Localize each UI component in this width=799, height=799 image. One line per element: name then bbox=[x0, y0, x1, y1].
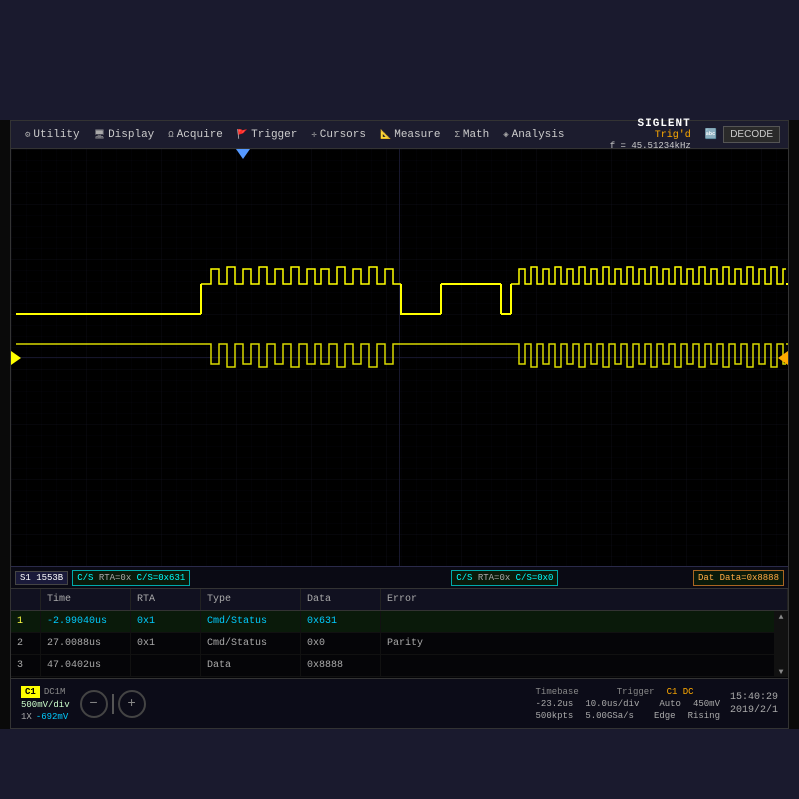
table-row[interactable]: 1 -2.99040us 0x1 Cmd/Status 0x631 bbox=[11, 611, 788, 633]
td-num-2: 2 bbox=[11, 633, 41, 654]
decode-button[interactable]: DECODE bbox=[723, 126, 780, 143]
menu-math[interactable]: Σ Math bbox=[448, 127, 495, 143]
utility-icon: ⚙ bbox=[25, 130, 30, 140]
ch1-probe: 1X bbox=[21, 712, 32, 722]
table-row[interactable]: 3 47.0402us Data 0x8888 bbox=[11, 655, 788, 677]
knob-minus[interactable]: − bbox=[80, 690, 108, 718]
th-rta: RTA bbox=[131, 589, 201, 610]
ch1-indicator bbox=[11, 351, 21, 365]
table-header: Time RTA Type Data Error bbox=[11, 589, 788, 611]
trigger-direction: Rising bbox=[688, 711, 720, 721]
table-body: 1 -2.99040us 0x1 Cmd/Status 0x631 2 27.0… bbox=[11, 611, 788, 677]
td-time-3: 47.0402us bbox=[41, 655, 131, 676]
data-table-area: Time RTA Type Data Error 1 -2.99040us 0x… bbox=[11, 588, 788, 678]
trigger-icon: 🚩 bbox=[237, 130, 248, 140]
knob-plus[interactable]: + bbox=[118, 690, 146, 718]
table-row[interactable]: 2 27.0088us 0x1 Cmd/Status 0x0 Parity bbox=[11, 633, 788, 655]
td-time-2: 27.0088us bbox=[41, 633, 131, 654]
cursors-icon: ✛ bbox=[311, 130, 316, 140]
datetime-display: 15:40:29 2019/2/1 bbox=[730, 692, 778, 716]
menu-display[interactable]: 🖥 Display bbox=[88, 127, 161, 143]
brand-status: Trig'd bbox=[655, 130, 691, 141]
timebase-scale: 10.0us/div bbox=[585, 699, 639, 709]
th-error: Error bbox=[381, 589, 788, 610]
trigger-level: 450mV bbox=[693, 699, 720, 709]
ch1-scale: 500mV/div bbox=[21, 700, 70, 710]
scope-container: ⚙ Utility 🖥 Display Ω Acquire 🚩 Trigger … bbox=[10, 120, 789, 729]
td-rta-1: 0x1 bbox=[131, 611, 201, 632]
td-data-2: 0x0 bbox=[301, 633, 381, 654]
td-num-3: 3 bbox=[11, 655, 41, 676]
scroll-down-arrow[interactable]: ▼ bbox=[779, 668, 784, 677]
decode-segment-2: C/S RTA=0x C/S=0x0 bbox=[451, 570, 558, 586]
trigger-label: Trigger bbox=[617, 687, 655, 697]
td-rta-2: 0x1 bbox=[131, 633, 201, 654]
math-icon: Σ bbox=[454, 130, 459, 140]
td-type-2: Cmd/Status bbox=[201, 633, 301, 654]
decode-segment-1: C/S RTA=0x C/S=0x631 bbox=[72, 570, 190, 586]
menu-utility[interactable]: ⚙ Utility bbox=[19, 127, 86, 143]
td-type-1: Cmd/Status bbox=[201, 611, 301, 632]
measure-icon: 📐 bbox=[380, 130, 391, 140]
analysis-icon: ◈ bbox=[503, 130, 508, 140]
status-bar: C1 DC1M 500mV/div 1X -692mV − + Timebas bbox=[11, 678, 788, 728]
ch-controls: − + bbox=[80, 690, 146, 718]
td-data-3: 0x8888 bbox=[301, 655, 381, 676]
menu-analysis[interactable]: ◈ Analysis bbox=[497, 127, 570, 143]
top-padding bbox=[0, 0, 799, 120]
bottom-padding bbox=[0, 729, 799, 799]
td-error-3 bbox=[381, 655, 788, 676]
th-data: Data bbox=[301, 589, 381, 610]
th-num bbox=[11, 589, 41, 610]
menu-measure[interactable]: 📐 Measure bbox=[374, 127, 446, 143]
trigger-channel: C1 DC bbox=[667, 687, 694, 697]
decode-segment-3: Dat Data=0x8888 bbox=[693, 570, 784, 586]
ch1-offset: -692mV bbox=[36, 712, 68, 722]
timebase-label: Timebase bbox=[536, 687, 579, 697]
brand-area: SIGLENT Trig'd f = 45.51234kHz bbox=[610, 118, 691, 151]
timebase-section: Timebase Trigger C1 DC -23.2us 10.0us/di… bbox=[536, 687, 720, 721]
th-type: Type bbox=[201, 589, 301, 610]
menu-trigger[interactable]: 🚩 Trigger bbox=[231, 127, 303, 143]
td-num-1: 1 bbox=[11, 611, 41, 632]
td-error-1 bbox=[381, 611, 788, 632]
knob-divider bbox=[112, 694, 114, 714]
menu-cursors[interactable]: ✛ Cursors bbox=[305, 127, 372, 143]
trigger-arrow-top bbox=[236, 149, 250, 159]
decode-bar: S1 1553B C/S RTA=0x C/S=0x631 C/S RTA=0x… bbox=[11, 566, 788, 588]
trigger-mode: Auto bbox=[659, 699, 681, 709]
brand-name: SIGLENT bbox=[638, 118, 691, 130]
td-data-1: 0x631 bbox=[301, 611, 381, 632]
decode-channel-label: S1 1553B bbox=[15, 571, 68, 585]
timebase-position: -23.2us bbox=[536, 699, 574, 709]
menu-bar: ⚙ Utility 🖥 Display Ω Acquire 🚩 Trigger … bbox=[11, 121, 788, 149]
ch1-coupling: DC1M bbox=[44, 687, 66, 697]
scroll-up-arrow[interactable]: ▲ bbox=[779, 613, 784, 622]
waveform-svg bbox=[11, 149, 788, 566]
td-time-1: -2.99040us bbox=[41, 611, 131, 632]
decode-icon: 🔤 bbox=[705, 129, 717, 141]
td-error-2: Parity bbox=[381, 633, 788, 654]
date-display: 2019/2/1 bbox=[730, 705, 778, 716]
th-time: Time bbox=[41, 589, 131, 610]
display-icon: 🖥 bbox=[94, 130, 105, 140]
timebase-memory: 500kpts bbox=[536, 711, 574, 721]
td-rta-3 bbox=[131, 655, 201, 676]
acquire-icon: Ω bbox=[168, 130, 173, 140]
menu-acquire[interactable]: Ω Acquire bbox=[162, 127, 229, 143]
table-scrollbar[interactable]: ▲ ▼ bbox=[774, 611, 788, 677]
ch1-badge: C1 bbox=[21, 686, 40, 698]
trigger-indicator bbox=[778, 351, 788, 365]
waveform-area bbox=[11, 149, 788, 566]
trigger-type: Edge bbox=[654, 711, 676, 721]
time-display: 15:40:29 bbox=[730, 692, 778, 703]
channel-info: C1 DC1M 500mV/div 1X -692mV bbox=[21, 686, 70, 722]
td-type-3: Data bbox=[201, 655, 301, 676]
timebase-samplerate: 5.00GSa/s bbox=[585, 711, 634, 721]
